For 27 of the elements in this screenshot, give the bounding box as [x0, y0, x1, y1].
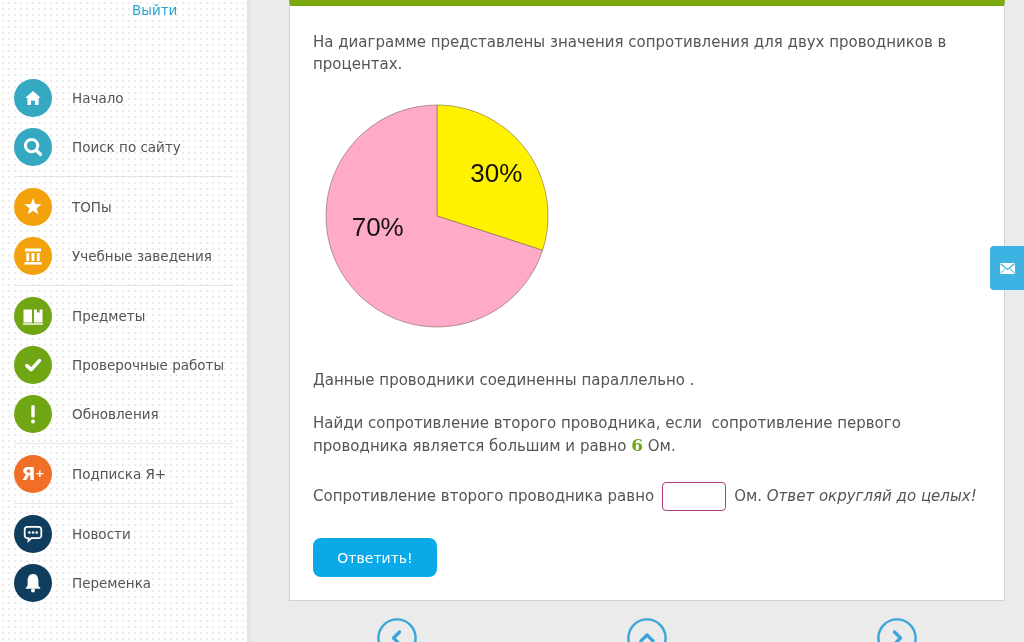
nav-button[interactable]: [877, 618, 917, 642]
answer-label: Сопротивление второго проводника равно: [313, 486, 655, 507]
sidebar-item[interactable]: Обновления: [14, 389, 236, 438]
chevron-left-icon: [377, 618, 417, 642]
sidebar-item[interactable]: Поиск по сайту: [14, 122, 236, 171]
task-text: На диаграмме представлены значения сопротивления для двух проводников в процентах.: [313, 32, 948, 75]
chevron-up-icon: [627, 618, 667, 642]
nav-button[interactable]: [627, 618, 667, 642]
sidebar-item[interactable]: Предметы: [14, 291, 236, 340]
envelope-icon: [999, 262, 1015, 274]
chevron-right-icon: [877, 618, 917, 642]
task-text: Найди сопротивление второго проводника, если сопротивление первого проводника является большим и равно 6 Ом.: [313, 413, 902, 457]
nav-button[interactable]: [377, 618, 417, 642]
sidebar-item[interactable]: Переменка: [14, 558, 236, 607]
sidebar-item[interactable]: Проверочные работы: [14, 340, 236, 389]
sidebar-item[interactable]: Учебные заведения: [14, 231, 236, 280]
sidebar-item[interactable]: Новости: [14, 509, 236, 558]
sidebar-item[interactable]: Я$^{+}$ Подписка Я+: [14, 449, 236, 498]
sidebar-item[interactable]: Начало: [14, 73, 236, 122]
sidebar-item[interactable]: ТОПы: [14, 182, 236, 231]
slice-label: 70%: [351, 212, 404, 243]
task-text: Данные проводники соединенны параллельно .: [313, 370, 696, 391]
feedback-tab[interactable]: [990, 246, 1024, 290]
letter-icon: Я$^{+}$: [14, 454, 52, 493]
slice-label: 30%: [470, 157, 523, 188]
answer-hint: Ом. Ответ округляй до целых!: [734, 486, 977, 507]
answer-field[interactable]: [662, 481, 727, 511]
